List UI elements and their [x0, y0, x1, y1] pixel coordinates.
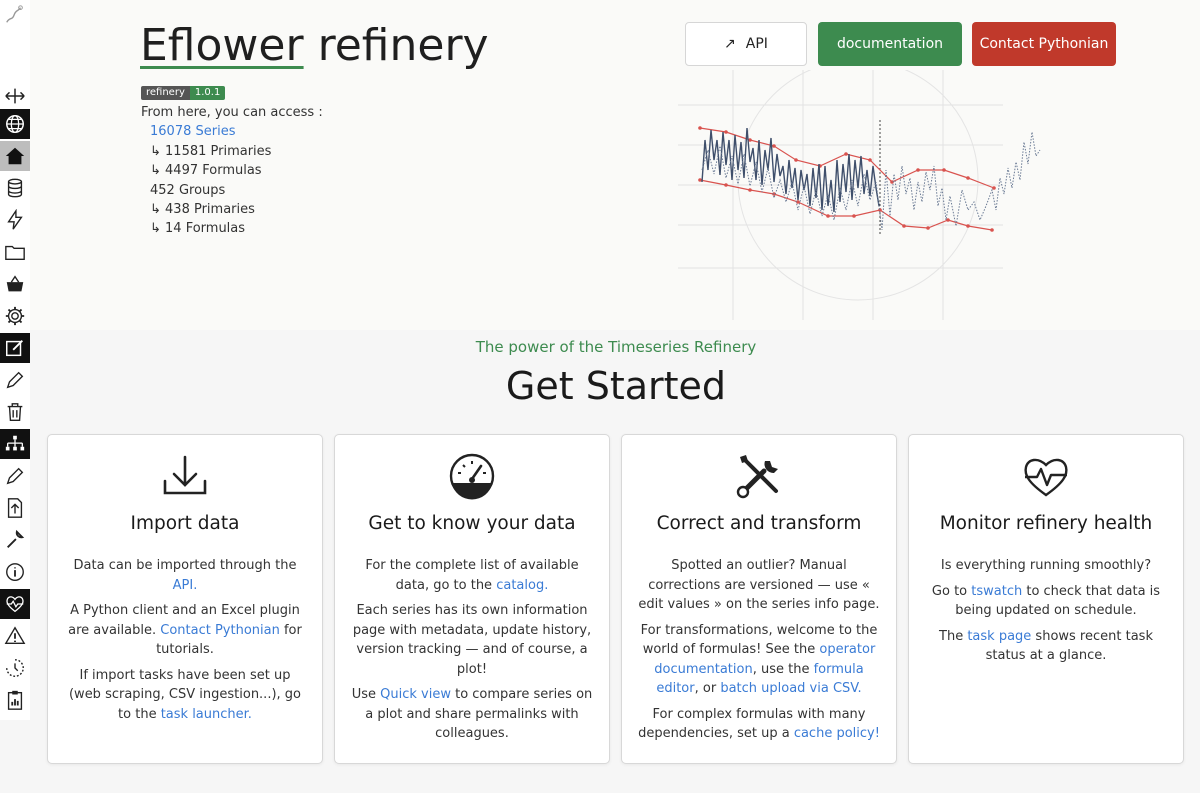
card-text: , or [694, 681, 721, 696]
card-text: The [939, 628, 968, 644]
clipboard-chart-icon[interactable] [0, 685, 30, 715]
card-text: Spotted an outlier? Manual corrections a… [638, 558, 880, 612]
download-icon [48, 451, 322, 501]
series-formulas: ↳ 4497 Formulas [150, 163, 262, 179]
expand-arrows-icon[interactable] [0, 81, 30, 111]
home-icon[interactable] [0, 141, 30, 171]
lightning-icon[interactable] [0, 205, 30, 235]
card-title: Get to know your data [368, 513, 576, 534]
series-primaries: ↳ 11581 Primaries [150, 143, 272, 159]
upload-file-icon[interactable] [0, 493, 30, 523]
card-know-data: Get to know your data For the complete l… [334, 434, 610, 764]
tagline: The power of the Timeseries Refinery [475, 338, 757, 356]
sidebar [0, 0, 30, 720]
get-started-heading: Get Started [505, 364, 727, 408]
card-text: Each series has its own information page… [352, 603, 592, 677]
globe-icon[interactable] [0, 109, 30, 139]
hierarchy-icon[interactable] [0, 429, 30, 459]
heart-pulse-icon [909, 451, 1183, 501]
card-correct-transform: Correct and transform Spotted an outlier… [621, 434, 897, 764]
clock-history-icon[interactable] [0, 653, 30, 683]
api-label: API [745, 36, 768, 52]
gauge-icon [335, 451, 609, 501]
page-title: Eflower refinery [140, 20, 489, 71]
card-title: Import data [130, 513, 240, 534]
contact-pythonian-link[interactable]: Contact Pythonian [160, 623, 280, 638]
info-icon[interactable] [0, 557, 30, 587]
tools-icon [622, 451, 896, 501]
heart-pulse-icon[interactable] [0, 589, 30, 619]
title-rest: refinery [303, 20, 489, 71]
folder-icon[interactable] [0, 237, 30, 267]
contact-button[interactable]: Contact Pythonian [972, 22, 1116, 66]
card-body: For the complete list of available data,… [349, 556, 595, 750]
card-text: Data can be imported through the [73, 558, 297, 573]
series-link[interactable]: 16078 Series [150, 124, 235, 139]
task-launcher-link[interactable]: task launcher. [161, 707, 252, 722]
warning-icon[interactable] [0, 621, 30, 651]
basket-icon[interactable] [0, 269, 30, 299]
cache-policy-link[interactable]: cache policy! [794, 726, 880, 741]
arrow-up-right-icon: ↗ [724, 36, 736, 52]
card-text: Is everything running smoothly? [940, 558, 1152, 573]
task-page-link[interactable]: task page [967, 629, 1031, 644]
quick-view-link[interactable]: Quick view [380, 687, 451, 702]
hero-illustration [678, 70, 1041, 320]
card-body: Data can be imported through the API. A … [62, 556, 308, 730]
api-button[interactable]: ↗ API [685, 22, 807, 66]
api-link[interactable]: API. [173, 578, 198, 593]
logo-icon[interactable] [0, 0, 30, 30]
tswatch-link[interactable]: tswatch [971, 584, 1022, 599]
card-body: Is everything running smoothly? Go to ts… [923, 556, 1169, 672]
inventory-summary: From here, you can access : 16078 Series… [141, 103, 323, 239]
intro-text: From here, you can access : [141, 105, 323, 120]
catalog-link[interactable]: catalog. [496, 578, 548, 593]
badge-name: refinery [141, 86, 190, 100]
card-title: Correct and transform [656, 513, 862, 534]
card-monitor-health: Monitor refinery health Is everything ru… [908, 434, 1184, 764]
card-import-data: Import data Data can be imported through… [47, 434, 323, 764]
database-icon[interactable] [0, 173, 30, 203]
badge-version: 1.0.1 [189, 86, 226, 100]
card-body: Spotted an outlier? Manual corrections a… [636, 556, 882, 750]
card-text: , use the [752, 661, 814, 677]
card-text: Go to [931, 583, 972, 599]
documentation-button[interactable]: documentation [818, 22, 962, 66]
pencil-alt-icon[interactable] [0, 461, 30, 491]
title-brand: Eflower [140, 20, 304, 71]
groups-count: 452 Groups [150, 182, 226, 198]
wrench-icon[interactable] [0, 525, 30, 555]
groups-formulas: ↳ 14 Formulas [150, 221, 246, 237]
card-title: Monitor refinery health [939, 513, 1153, 534]
card-text: Use [351, 687, 381, 702]
version-badge: refinery 1.0.1 [141, 86, 226, 100]
groups-primaries: ↳ 438 Primaries [150, 202, 255, 218]
gear-icon[interactable] [0, 301, 30, 331]
batch-upload-link[interactable]: batch upload via CSV. [720, 681, 861, 696]
